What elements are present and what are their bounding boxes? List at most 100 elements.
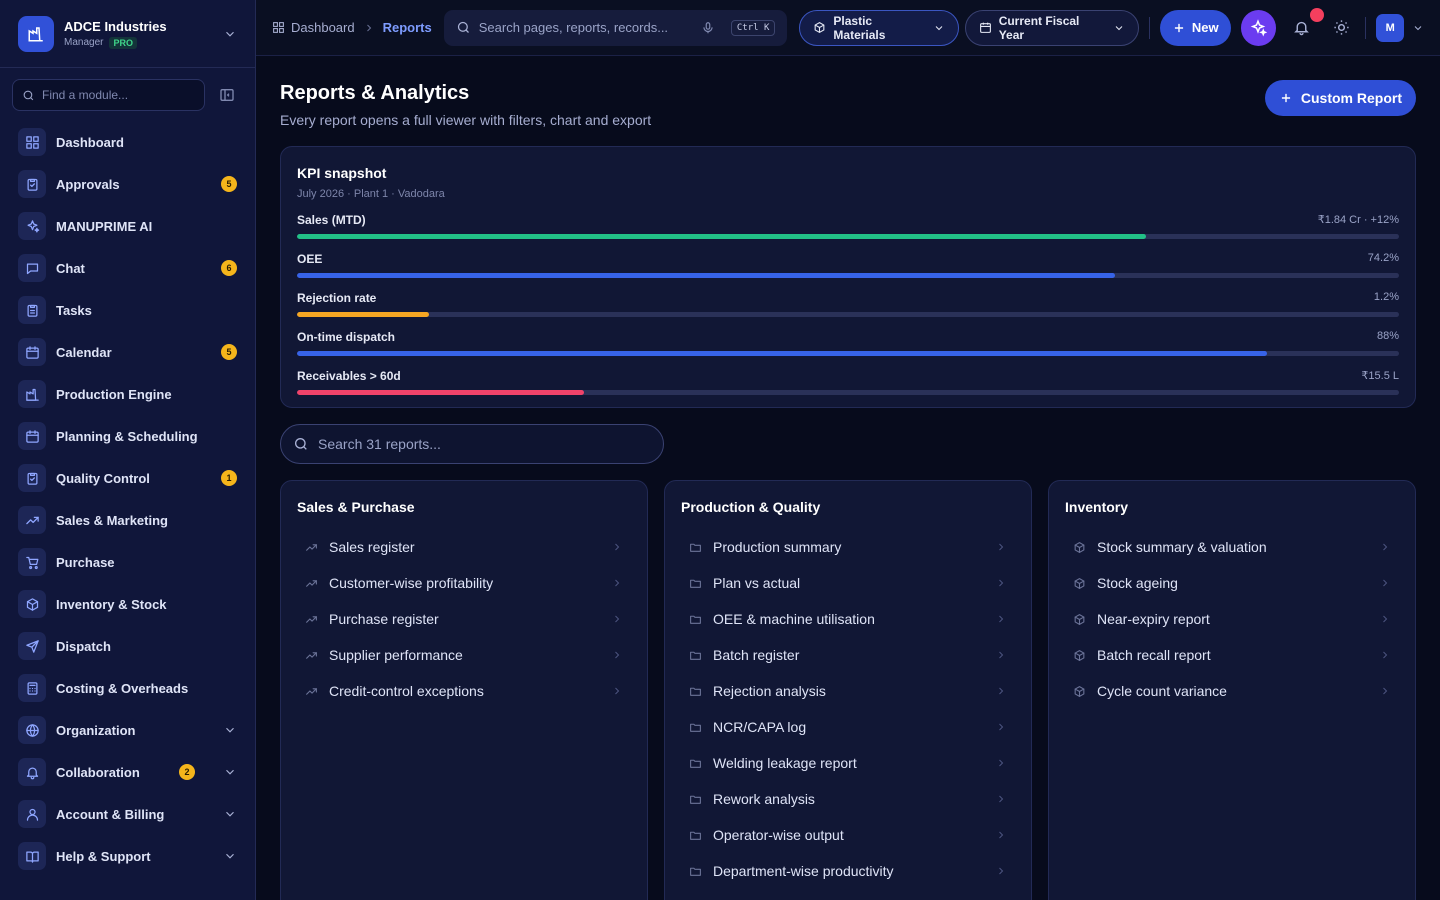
chevron-down-icon (223, 765, 237, 779)
kpi-progress-fill (297, 390, 584, 395)
report-link[interactable]: Department-wise productivity (681, 853, 1015, 889)
calendar-icon (18, 422, 46, 450)
period-selector[interactable]: Current Fiscal Year (964, 9, 1139, 46)
microphone-icon[interactable] (701, 21, 715, 35)
theme-toggle-button[interactable] (1328, 14, 1356, 42)
report-link[interactable]: Stock ageing (1065, 565, 1399, 601)
sidebar-item-manuprime-ai[interactable]: MANUPRIME AI (0, 205, 255, 247)
keyboard-shortcut: Ctrl K (730, 19, 776, 36)
sidebar-item-label: Quality Control (56, 470, 150, 486)
sidebar-item-help-support[interactable]: Help & Support (0, 835, 255, 877)
global-search-input[interactable]: Search pages, reports, records... Ctrl K (443, 9, 788, 46)
org-switcher[interactable]: ADCE Industries Manager PRO (0, 0, 255, 68)
report-link[interactable]: Supplier performance (297, 637, 631, 673)
sidebar-item-label: Planning & Scheduling (56, 428, 198, 444)
report-link[interactable]: Batch recall report (1065, 637, 1399, 673)
clipboard-check-icon (18, 170, 46, 198)
chevron-right-icon (995, 721, 1007, 733)
chevron-down-icon (933, 22, 945, 34)
trend-up-icon (305, 541, 321, 554)
sidebar-item-purchase[interactable]: Purchase (0, 541, 255, 583)
kpi-label: OEE (297, 252, 323, 266)
module-search-input[interactable]: Find a module... (12, 79, 205, 111)
sidebar-item-label: Dashboard (56, 134, 124, 150)
dashboard-icon (18, 128, 46, 156)
sidebar-item-quality-control[interactable]: Quality Control 1 (0, 457, 255, 499)
report-link[interactable]: Welding leakage report (681, 745, 1015, 781)
sidebar-item-label: Collaboration (56, 764, 140, 780)
kpi-progress-track (297, 234, 1399, 239)
book-icon (18, 842, 46, 870)
new-button[interactable]: New (1159, 9, 1231, 46)
sidebar-item-account-billing[interactable]: Account & Billing (0, 793, 255, 835)
sidebar-item-sales-marketing[interactable]: Sales & Marketing (0, 499, 255, 541)
report-link[interactable]: Cycle count variance (1065, 673, 1399, 709)
report-link[interactable]: Rejection analysis (681, 673, 1015, 709)
folder-icon (689, 865, 705, 878)
chevron-down-icon[interactable] (1412, 22, 1424, 34)
kpi-value: ₹1.84 Cr · +12% (1317, 214, 1399, 226)
sidebar-item-tasks[interactable]: Tasks (0, 289, 255, 331)
kpi-value: 74.2% (1367, 252, 1399, 264)
report-label: Customer-wise profitability (329, 575, 494, 591)
sidebar-item-costing-overheads[interactable]: Costing & Overheads (0, 667, 255, 709)
chevron-right-icon (995, 829, 1007, 841)
sidebar-item-collaboration[interactable]: Collaboration 2 (0, 751, 255, 793)
kpi-value: 88% (1376, 330, 1399, 342)
sidebar-item-dispatch[interactable]: Dispatch (0, 625, 255, 667)
report-link[interactable]: Plan vs actual (681, 565, 1015, 601)
sidebar-item-label: Account & Billing (56, 806, 165, 822)
sidebar-item-chat[interactable]: Chat 6 (0, 247, 255, 289)
breadcrumb-dashboard[interactable]: Dashboard (272, 20, 355, 35)
report-link[interactable]: Production summary (681, 529, 1015, 565)
report-link[interactable]: Sales register (297, 529, 631, 565)
report-label: Welding leakage report (713, 755, 857, 771)
ai-assistant-button[interactable] (1240, 9, 1277, 46)
globe-icon (18, 716, 46, 744)
kpi-row: Receivables > 60d ₹15.5 L (297, 369, 1399, 395)
kpi-label: Sales (MTD) (297, 213, 366, 227)
division-selector[interactable]: Plastic Materials (799, 9, 959, 46)
report-label: Stock summary & valuation (1097, 539, 1267, 555)
sidebar-item-inventory-stock[interactable]: Inventory & Stock (0, 583, 255, 625)
notifications-button[interactable] (1288, 7, 1324, 42)
sidebar-item-label: Costing & Overheads (56, 680, 189, 696)
search-icon (293, 436, 309, 452)
count-badge: 5 (221, 176, 237, 192)
calendar-icon (18, 338, 46, 366)
sidebar-collapse-icon[interactable] (219, 87, 235, 103)
custom-report-button[interactable]: Custom Report (1264, 80, 1416, 116)
chevron-right-icon (611, 685, 623, 697)
avatar[interactable]: M (1376, 13, 1404, 42)
kpi-progress-fill (297, 234, 1146, 239)
report-link[interactable]: OEE & machine utilisation (681, 601, 1015, 637)
sidebar-item-production-engine[interactable]: Production Engine (0, 373, 255, 415)
report-label: NCR/CAPA log (713, 719, 807, 735)
sidebar-item-dashboard[interactable]: Dashboard (0, 121, 255, 163)
sidebar-item-approvals[interactable]: Approvals 5 (0, 163, 255, 205)
report-link[interactable]: Rework analysis (681, 781, 1015, 817)
sidebar: ADCE Industries Manager PRO Find a modul… (0, 0, 256, 900)
kpi-progress-fill (297, 351, 1267, 356)
sidebar-item-label: Approvals (56, 176, 120, 192)
sidebar-item-calendar[interactable]: Calendar 5 (0, 331, 255, 373)
report-link[interactable]: Purchase register (297, 601, 631, 637)
sidebar-nav: Dashboard Approvals 5 MANUPRIME AI Chat 6 Task… (0, 121, 255, 877)
report-link[interactable]: Batch register (681, 637, 1015, 673)
kpi-progress-fill (297, 312, 430, 317)
chevron-right-icon (611, 649, 623, 661)
sidebar-item-planning-scheduling[interactable]: Planning & Scheduling (0, 415, 255, 457)
report-link[interactable]: Operator-wise output (681, 817, 1015, 853)
report-search-input[interactable]: Search 31 reports... (280, 424, 664, 464)
report-link[interactable]: Credit-control exceptions (297, 673, 631, 709)
report-link[interactable]: Customer-wise profitability (297, 565, 631, 601)
report-link[interactable]: NCR/CAPA log (681, 709, 1015, 745)
chevron-right-icon (1379, 577, 1391, 589)
report-link[interactable]: Near-expiry report (1065, 601, 1399, 637)
chevron-down-icon (223, 807, 237, 821)
sidebar-item-organization[interactable]: Organization (0, 709, 255, 751)
breadcrumb-reports[interactable]: Reports (383, 20, 432, 35)
breadcrumb: Dashboard Reports (272, 20, 432, 35)
box-icon (18, 590, 46, 618)
report-link[interactable]: Stock summary & valuation (1065, 529, 1399, 565)
